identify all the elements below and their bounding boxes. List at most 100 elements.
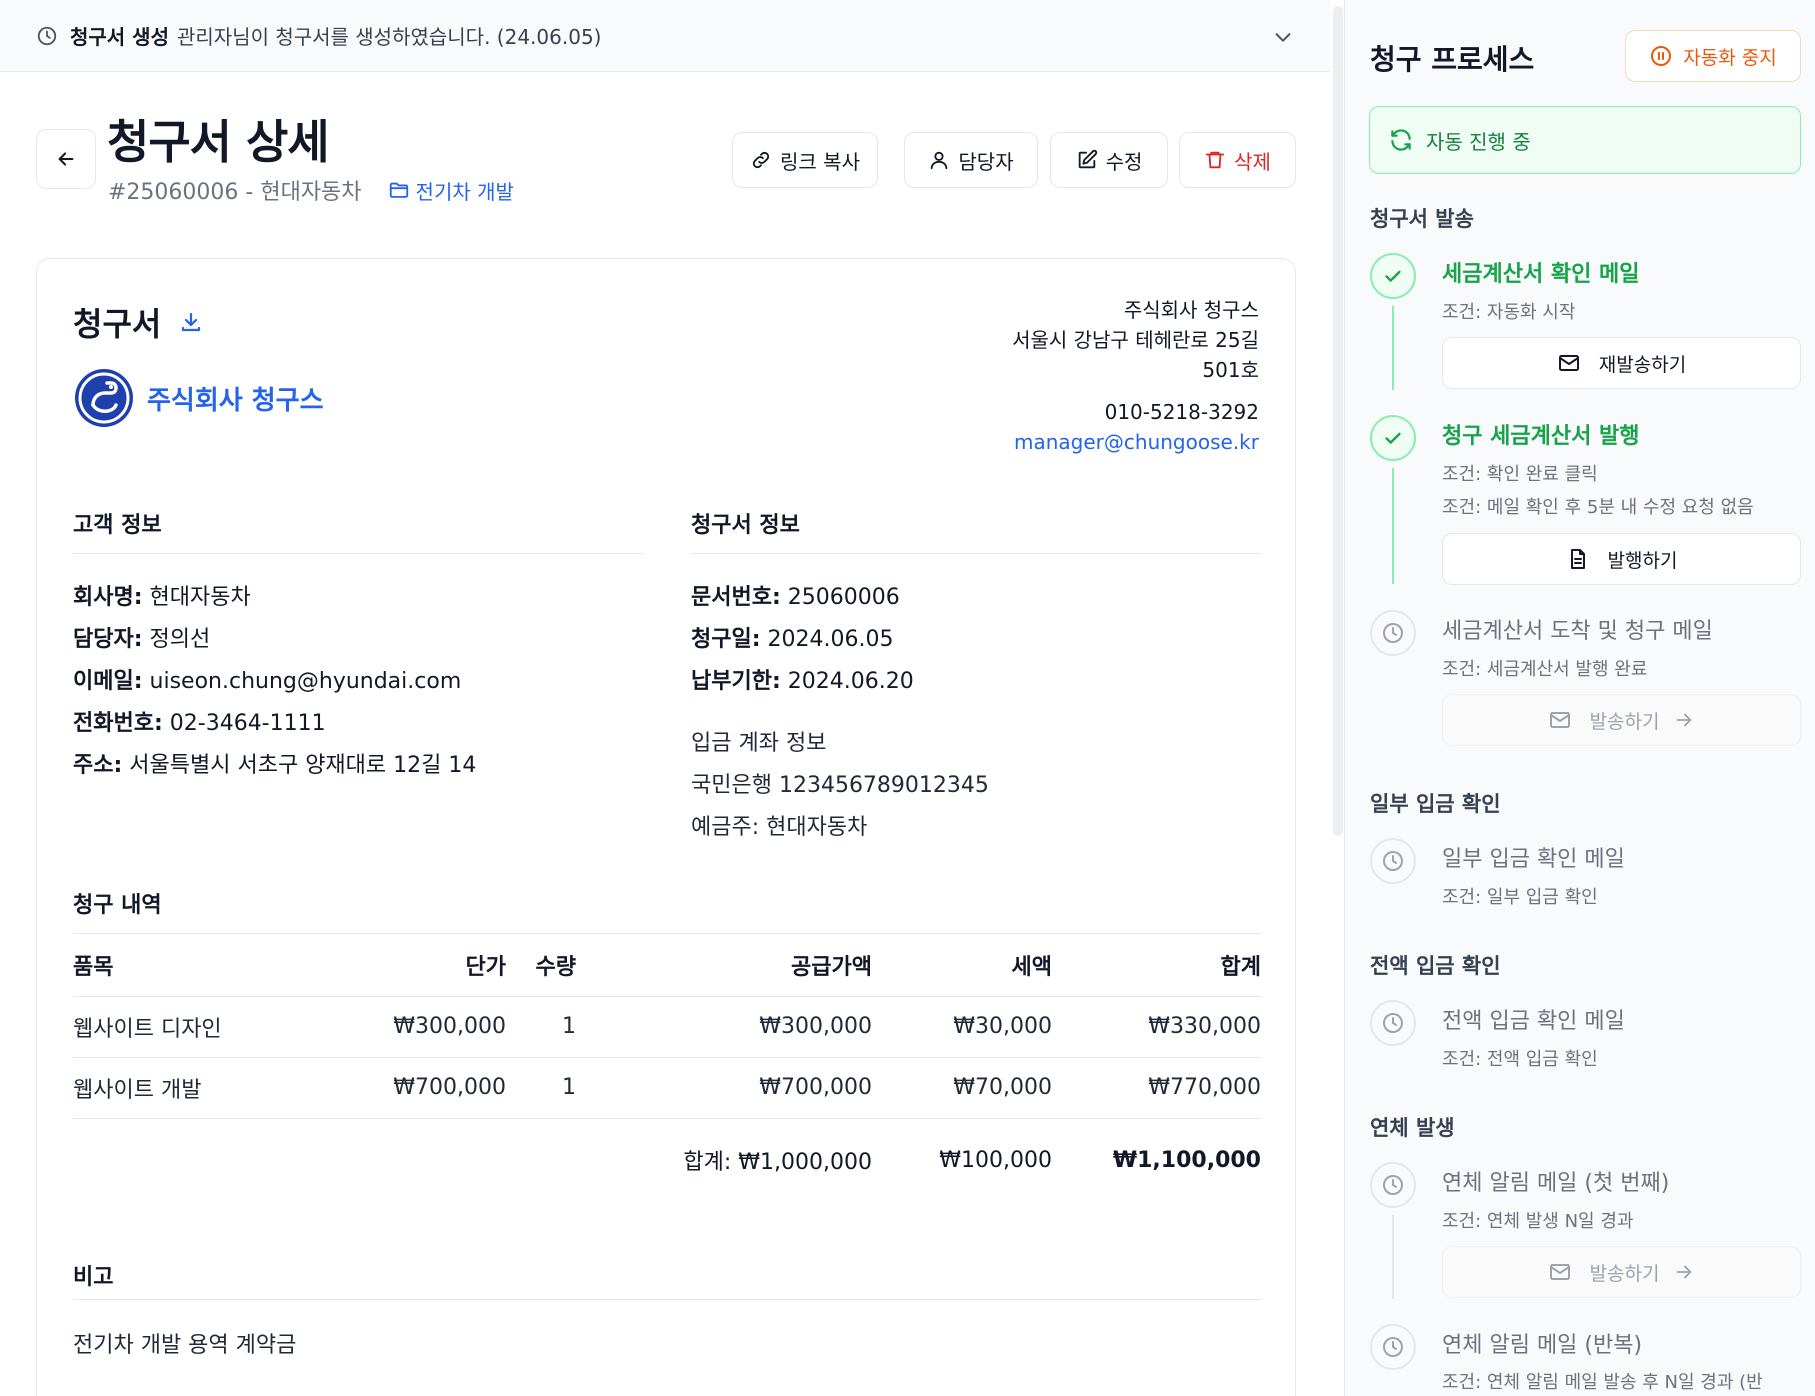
table-row: 웹사이트 디자인 ₩300,000 1 ₩300,000 ₩30,000 ₩33… [73,996,1261,1058]
items-table: 품목 단가 수량 공급가액 세액 합계 웹사이트 디자인 ₩300,000 1 … [73,934,1261,1202]
automation-status-banner: 자동 진행 중 [1369,106,1801,174]
company-name: 주식회사 청구스 [147,385,324,416]
pause-automation-button[interactable]: 자동화 중지 [1625,30,1801,82]
customer-email: 이메일: uiseon.chung@hyundai.com [73,669,462,694]
customer-company: 회사명: 현대자동차 [73,585,251,610]
cell-unit-price: ₩300,000 [323,996,506,1058]
step-title: 전액 입금 확인 메일 [1442,1009,1625,1034]
download-icon[interactable] [179,310,203,334]
cell-tax: ₩70,000 [872,1057,1052,1119]
process-group-overdue: 연체 발생 [1370,1116,1455,1140]
total-tax: ₩100,000 [939,1147,1052,1173]
timeline-connector [1392,1215,1394,1299]
main-content: 청구서 생성 관리자님이 청구서를 생성하였습니다. (24.06.05) 청구… [0,0,1330,1396]
customer-address: 주소: 서울특별시 서초구 양재대로 12길 14 [73,753,477,778]
send-overdue-button[interactable]: 발송하기 [1442,1246,1801,1298]
clock-icon [1370,838,1416,884]
goose-logo-icon [73,367,135,429]
step-title: 일부 입금 확인 메일 [1442,847,1625,872]
clock-icon [36,25,58,47]
notes-section-title: 비고 [73,1265,114,1290]
step-condition: 조건: 메일 확인 후 5분 내 수정 요청 없음 [1442,497,1754,518]
cell-total: ₩330,000 [1052,996,1261,1058]
step-title: 연체 알림 메일 (첫 번째) [1442,1171,1670,1196]
billing-process-panel: 청구 프로세스 자동화 중지 자동 진행 중 청구서 발송 세금계산서 확인 메… [1344,0,1815,1396]
sender-phone: 010-5218-3292 [1104,400,1259,424]
items-section-title: 청구 내역 [73,893,162,918]
process-group-invoice-send: 청구서 발송 [1370,207,1474,231]
sender-email[interactable]: manager@chungoose.kr [1012,427,1259,457]
check-icon [1370,415,1416,461]
divider [73,553,643,554]
invoice-heading: 청구서 [73,299,203,345]
copy-link-button[interactable]: 링크 복사 [732,132,878,188]
delete-label: 삭제 [1234,149,1271,174]
main-scrollbar[interactable] [1333,6,1343,836]
page-title: 청구서 상세 [107,115,330,169]
bank-info-title: 입금 계좌 정보 [691,731,827,756]
back-button[interactable] [36,129,96,189]
activity-notice[interactable]: 청구서 생성 관리자님이 청구서를 생성하였습니다. (24.06.05) [0,0,1330,72]
clock-icon [1370,1162,1416,1208]
invoice-subtitle: #25060006 - 현대자동차 전기차 개발 [108,174,514,206]
document-number: 문서번호: 25060006 [691,585,900,610]
send-button[interactable]: 발송하기 [1442,694,1801,746]
arrow-left-icon [55,148,77,170]
project-name: 전기차 개발 [415,179,514,204]
total-supply-amount: 합계: ₩1,000,000 [683,1150,872,1176]
cell-item: 웹사이트 개발 [73,1057,323,1119]
edit-button[interactable]: 수정 [1050,132,1168,188]
sender-address-line2: 501호 [1202,358,1259,382]
project-link[interactable]: 전기차 개발 [388,176,514,205]
clock-icon [1370,1324,1416,1370]
assignee-button[interactable]: 담당자 [904,132,1038,188]
step-condition: 조건: 세금계산서 발행 완료 [1442,659,1648,680]
mail-icon [1558,355,1579,371]
step-title: 세금계산서 도착 및 청구 메일 [1442,619,1713,644]
customer-phone: 전화번호: 02-3464-1111 [73,711,326,736]
customer-contact: 담당자: 정의선 [73,627,211,652]
timeline-connector [1392,306,1394,390]
step-condition: 조건: 연체 발생 N일 경과 [1442,1211,1634,1232]
arrow-right-icon [1677,1265,1692,1279]
sender-name: 주식회사 청구스 [1123,298,1259,322]
copy-link-label: 링크 복사 [780,149,860,174]
column-header-unit-price: 단가 [323,934,506,997]
document-icon [1570,549,1585,569]
cell-quantity: 1 [506,1057,576,1119]
divider [73,1299,1261,1300]
process-group-full-payment: 전액 입금 확인 [1370,954,1501,978]
cell-item: 웹사이트 디자인 [73,996,323,1058]
send-overdue-label: 발송하기 [1589,1262,1660,1285]
invoice-info-section-title: 청구서 정보 [691,513,800,538]
invoice-title: 청구서 [73,305,162,343]
automation-status: 자동 진행 중 [1426,129,1531,154]
step-condition: 조건: 확인 완료 클릭 [1442,464,1598,485]
account-holder: 예금주: 현대자동차 [691,815,868,840]
cell-tax: ₩30,000 [872,996,1052,1058]
company-brand: 주식회사 청구스 [73,367,324,429]
bank-account: 국민은행 123456789012345 [691,773,989,798]
column-header-supply-amount: 공급가액 [576,934,872,997]
folder-icon [388,179,416,201]
send-label: 발송하기 [1589,710,1660,733]
resend-button[interactable]: 재발송하기 [1442,337,1801,389]
chevron-down-icon[interactable] [1272,26,1294,48]
table-row: 웹사이트 개발 ₩700,000 1 ₩700,000 ₩70,000 ₩770… [73,1057,1261,1119]
cell-quantity: 1 [506,996,576,1058]
timeline-connector [1392,468,1394,584]
sender-info: 주식회사 청구스 서울시 강남구 테헤란로 25길 501호 010-5218-… [1012,295,1259,457]
process-group-partial-payment: 일부 입금 확인 [1370,792,1501,816]
issue-button[interactable]: 발행하기 [1442,533,1801,585]
notice-title: 청구서 생성 [70,25,169,49]
mail-icon [1549,1264,1570,1280]
mail-icon [1549,712,1570,728]
step-condition: 조건: 연체 알림 메일 발송 후 N일 경과 (반 [1442,1372,1763,1393]
customer-section-title: 고객 정보 [73,513,162,538]
refresh-icon [1388,127,1426,153]
delete-button[interactable]: 삭제 [1179,132,1296,188]
edit-icon [1076,149,1106,171]
totals-row: 합계: ₩1,000,000 ₩100,000 ₩1,100,000 [73,1118,1261,1202]
step-title: 세금계산서 확인 메일 [1442,262,1640,287]
cell-total: ₩770,000 [1052,1057,1261,1119]
